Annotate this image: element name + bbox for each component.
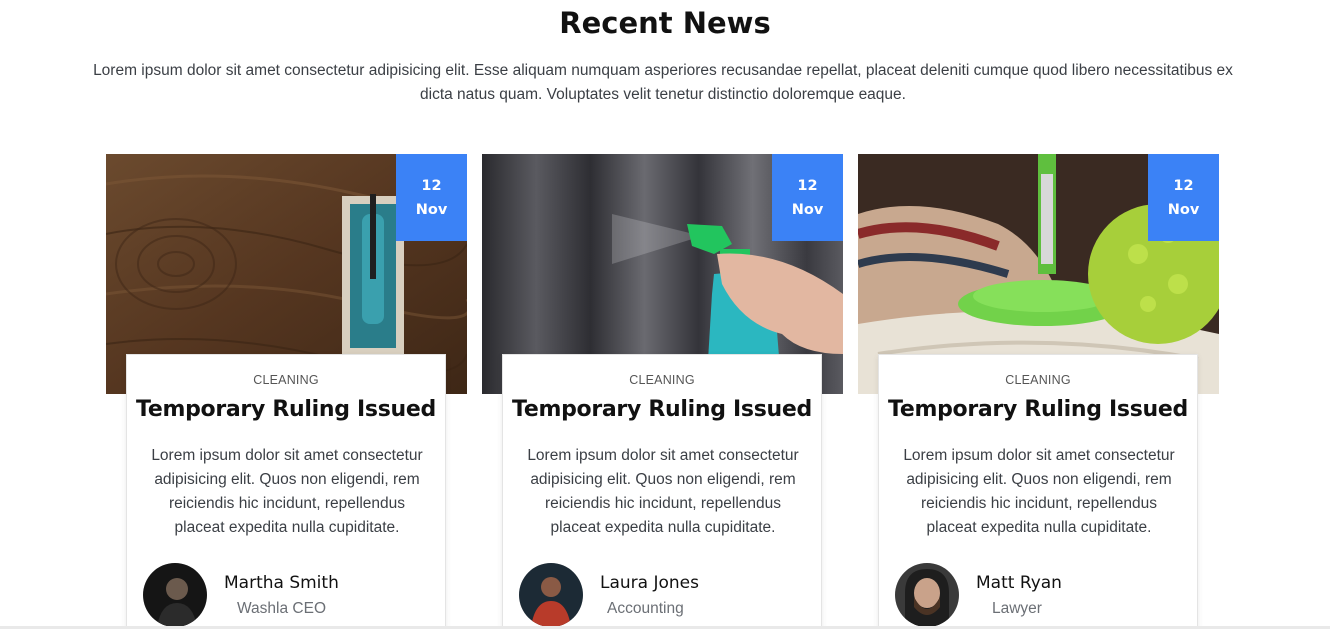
date-month: Nov — [791, 202, 824, 218]
avatar — [519, 563, 583, 627]
news-card[interactable]: 12 Nov CLEANING Temporary Ruling Issued … — [106, 154, 467, 629]
avatar — [895, 563, 959, 627]
author-role: Lawyer — [992, 600, 1042, 617]
card-author: Martha Smith Washla CEO — [143, 563, 433, 629]
date-badge: 12 Nov — [772, 154, 843, 241]
avatar — [143, 563, 207, 627]
section-description: Lorem ipsum dolor sit amet consectetur a… — [93, 62, 1233, 103]
news-card-body: CLEANING Temporary Ruling Issued Lorem i… — [502, 354, 822, 629]
date-day: 12 — [1173, 178, 1194, 194]
card-text: Lorem ipsum dolor sit amet consectetur a… — [527, 447, 799, 536]
card-title[interactable]: Temporary Ruling Issued — [503, 397, 821, 422]
author-role: Washla CEO — [237, 600, 327, 617]
card-text: Lorem ipsum dolor sit amet consectetur a… — [151, 447, 423, 536]
section-title: Recent News — [559, 6, 771, 40]
card-text: Lorem ipsum dolor sit amet consectetur a… — [903, 447, 1175, 536]
author-role: Accounting — [607, 600, 684, 617]
card-title[interactable]: Temporary Ruling Issued — [127, 397, 445, 422]
date-month: Nov — [1167, 202, 1200, 218]
news-card-body: CLEANING Temporary Ruling Issued Lorem i… — [878, 354, 1198, 629]
news-card-body: CLEANING Temporary Ruling Issued Lorem i… — [126, 354, 446, 629]
news-card[interactable]: 12 Nov CLEANING Temporary Ruling Issued … — [858, 154, 1219, 629]
news-card[interactable]: 12 Nov CLEANING Temporary Ruling Issued … — [482, 154, 843, 629]
card-author: Matt Ryan Lawyer — [895, 563, 1185, 629]
card-category[interactable]: CLEANING — [127, 373, 445, 387]
card-title[interactable]: Temporary Ruling Issued — [879, 397, 1197, 422]
author-name: Matt Ryan — [976, 573, 1062, 593]
date-day: 12 — [421, 178, 442, 194]
card-author: Laura Jones Accounting — [519, 563, 809, 629]
card-category[interactable]: CLEANING — [503, 373, 821, 387]
date-month: Nov — [415, 202, 448, 218]
date-day: 12 — [797, 178, 818, 194]
author-name: Laura Jones — [600, 573, 699, 593]
date-badge: 12 Nov — [396, 154, 467, 241]
author-name: Martha Smith — [224, 573, 339, 593]
card-category[interactable]: CLEANING — [879, 373, 1197, 387]
date-badge: 12 Nov — [1148, 154, 1219, 241]
